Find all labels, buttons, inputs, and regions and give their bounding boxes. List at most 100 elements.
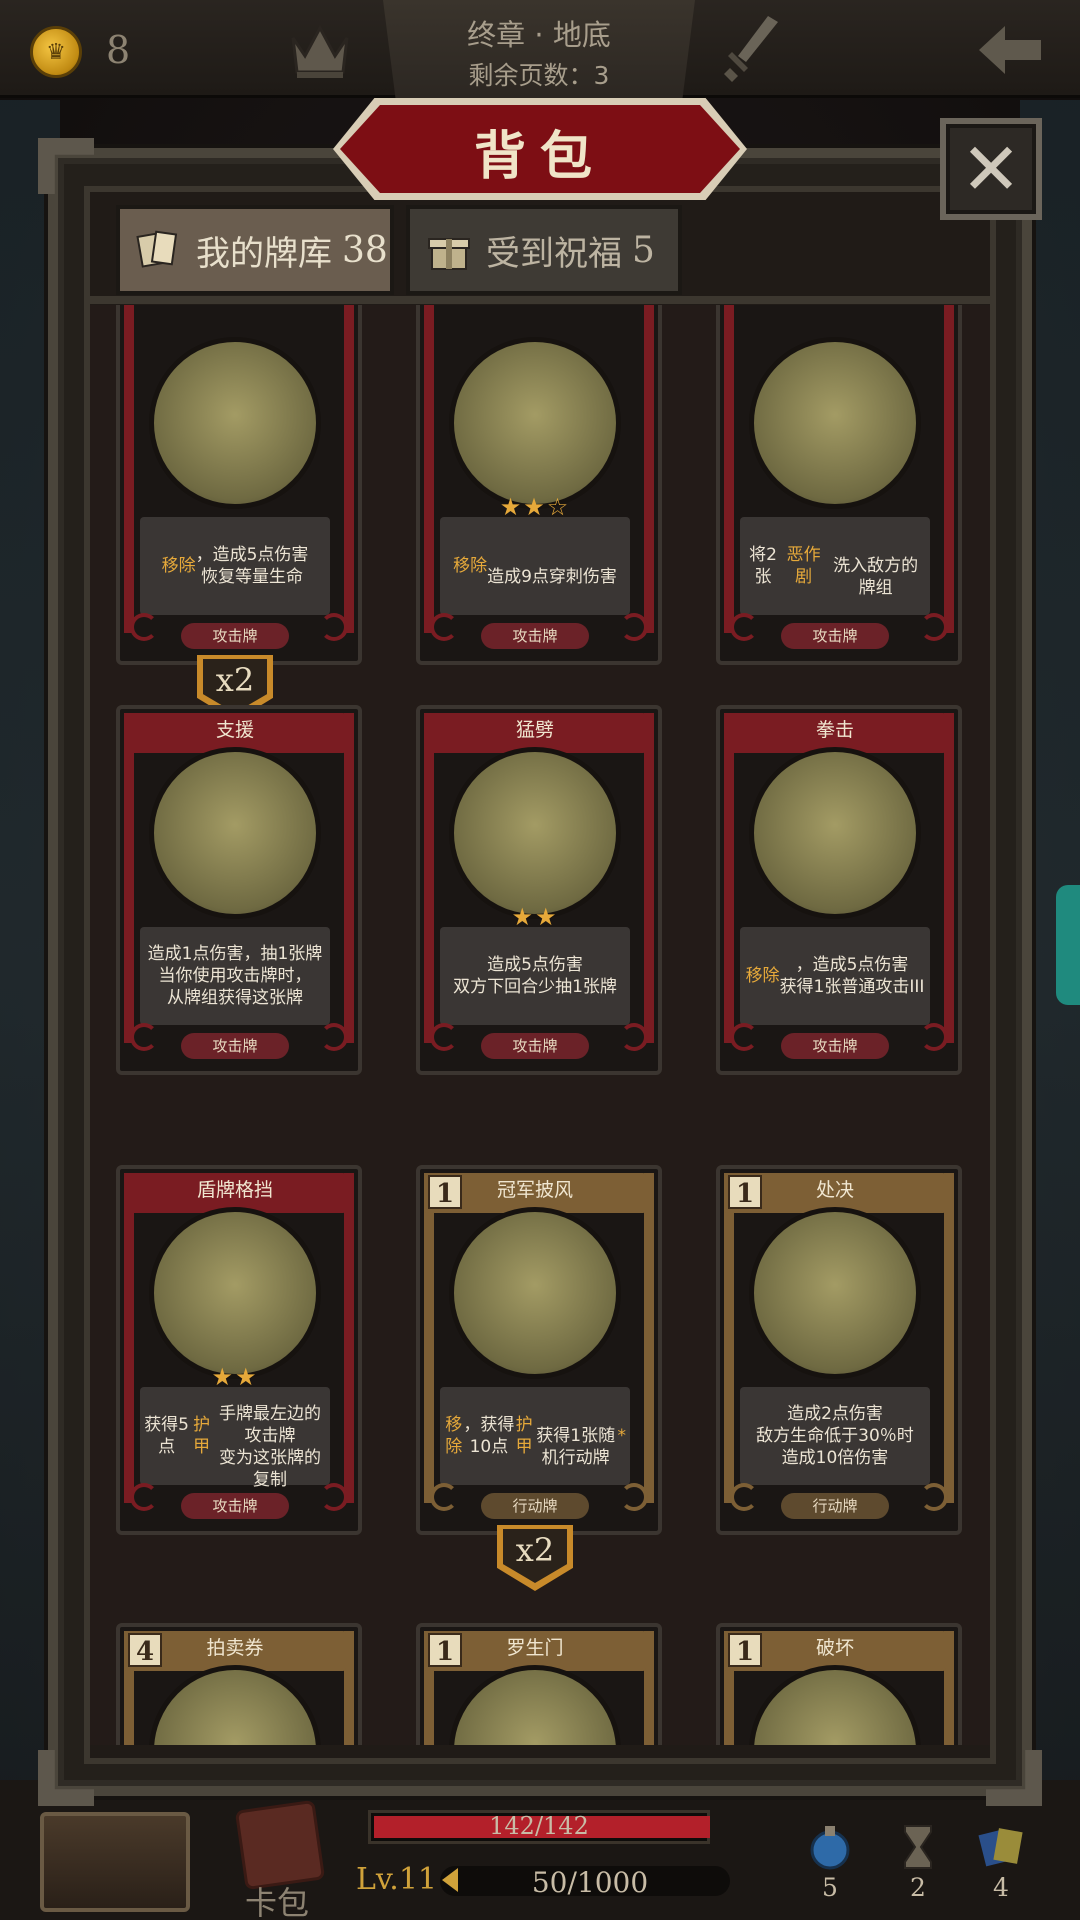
axe-warrior-icon (449, 747, 621, 919)
card[interactable]: 支援 造成1点伤害，抽1张牌 当你使用攻击牌时， 从牌组获得这张牌 攻击牌 (116, 705, 362, 1075)
potion-count: 5 (822, 1873, 838, 1902)
card-type: 攻击牌 (181, 1493, 289, 1519)
card[interactable]: 冠军披风 1 移除 ，获得10点 护甲 获得1张随机行动牌 * 行动牌 x2 (416, 1165, 662, 1591)
card[interactable]: 猛劈 ★★ 造成5点伤害 双方下回合少抽1张牌 攻击牌 (416, 705, 662, 1075)
card-description: 移除 ，获得10点 护甲 获得1张随机行动牌 * (440, 1387, 630, 1485)
card-border (724, 713, 734, 1043)
card-description: 造成2点伤害 敌方生命低于30％时 造成10倍伤害 (740, 1387, 930, 1485)
hourglass-count: 2 (910, 1873, 926, 1902)
card-ornament (620, 613, 648, 641)
chapter-title: 终章 · 地底 (467, 18, 611, 52)
card-border (644, 713, 654, 1043)
card-name: 盾牌格挡 (196, 1179, 273, 1201)
chest-icon[interactable] (40, 1812, 190, 1912)
copies-count: x2 (215, 661, 255, 699)
card-cost: 1 (728, 1175, 762, 1209)
coin-count: 8 (106, 28, 131, 72)
card-ornament (320, 1023, 348, 1051)
tab-blessings[interactable]: 受到祝福 5 (406, 205, 682, 295)
card-description: 获得5点 护甲 手牌最左边的攻击牌 变为这张牌的复制 (140, 1387, 330, 1490)
card-border (344, 713, 354, 1043)
card-ornament (920, 1483, 948, 1511)
potion-icon (810, 1826, 850, 1870)
card-border (944, 305, 954, 633)
card-ornament (620, 1023, 648, 1051)
card-border (424, 713, 434, 1043)
shield-knight-icon (149, 1207, 321, 1379)
close-icon: ✕ (960, 127, 1022, 211)
card[interactable]: 破坏 1 (716, 1623, 962, 1745)
card-cost: 4 (128, 1633, 162, 1667)
card[interactable]: 移除 ，造成5点伤害 恢复等量生命攻击牌 x2 (116, 305, 362, 721)
copies-count: x2 (515, 1531, 555, 1569)
card-border (724, 1173, 734, 1503)
tab-label: 我的牌库 (196, 233, 332, 274)
card-type: 行动牌 (781, 1493, 889, 1519)
card-type: 攻击牌 (481, 1033, 589, 1059)
card-border (724, 305, 734, 633)
card[interactable]: 拳击移除 ，造成5点伤害 获得1张普通攻击III 攻击牌 (716, 705, 962, 1075)
hourglass-icon (904, 1825, 932, 1869)
card-ornament (730, 613, 758, 641)
card[interactable]: 处决 1 造成2点伤害 敌方生命低于30％时 造成10倍伤害 行动牌 (716, 1165, 962, 1535)
cards-count: 4 (993, 1873, 1009, 1902)
card-type: 攻击牌 (781, 623, 889, 649)
card-ornament (730, 1483, 758, 1511)
card-border (944, 1173, 954, 1503)
card-grid[interactable]: 移除 ，造成5点伤害 恢复等量生命攻击牌 x2 ★★☆ 移除 造成9点穿刺伤害 攻击牌 将2张恶… (90, 305, 990, 1745)
side-tab[interactable] (1056, 885, 1080, 1005)
tab-divider (84, 296, 996, 304)
sword-icon[interactable] (722, 12, 782, 84)
coin-icon: ♛ (30, 26, 82, 78)
card-type: 攻击牌 (181, 623, 289, 649)
card-pack-icon[interactable] (234, 1799, 326, 1891)
card-border (944, 713, 954, 1043)
card[interactable]: 盾牌格挡 ★★ 获得5点 护甲 手牌最左边的攻击牌 变为这张牌的复制 攻击牌 (116, 1165, 362, 1535)
crown-icon[interactable] (285, 18, 355, 82)
card-type: 行动牌 (481, 1493, 589, 1519)
cleaver-icon (149, 337, 321, 509)
card-border (124, 1173, 134, 1503)
card-name: 支援 (215, 719, 254, 741)
card-type: 攻击牌 (781, 1033, 889, 1059)
close-button[interactable]: ✕ (940, 118, 1042, 220)
card[interactable]: 拍卖券 4 (116, 1623, 362, 1745)
tab-my-deck[interactable]: 我的牌库 38 (116, 205, 394, 295)
card-description: 移除 ，造成5点伤害 获得1张普通攻击III (740, 927, 930, 1025)
card-ornament (130, 613, 158, 641)
card-border (124, 305, 134, 633)
back-arrow-icon[interactable] (975, 20, 1045, 80)
hooded-figure-icon (149, 747, 321, 919)
card-ornament (130, 1483, 158, 1511)
card-description: 造成1点伤害，抽1张牌 当你使用攻击牌时， 从牌组获得这张牌 (140, 927, 330, 1025)
modal-title: 背包 (473, 127, 606, 187)
card-description: 移除 造成9点穿刺伤害 (440, 517, 630, 615)
card[interactable]: 将2张 恶作剧 洗入敌方的牌组 攻击牌 (716, 305, 962, 665)
xp-text: 50/1000 (531, 1866, 649, 1899)
card-border (344, 1173, 354, 1503)
card-border (644, 305, 654, 633)
card-pack-label: 卡包 (245, 1884, 310, 1920)
card-border (644, 1173, 654, 1503)
card-ornament (920, 1023, 948, 1051)
card-ornament (320, 1483, 348, 1511)
hp-text: 142/142 (489, 1812, 589, 1840)
cards-icon (136, 230, 178, 268)
tab-label: 受到祝福 (486, 233, 622, 274)
card[interactable]: ★★☆ 移除 造成9点穿刺伤害 攻击牌 (416, 305, 662, 665)
execution-icon (749, 1207, 921, 1379)
clown-icon (749, 337, 921, 509)
card-border (124, 713, 134, 1043)
cloak-icon (449, 1207, 621, 1379)
xp-arrow-icon (442, 1868, 458, 1892)
card-ornament (320, 613, 348, 641)
card-border (424, 305, 434, 633)
dagger-icon (449, 337, 621, 509)
card-description: 移除 ，造成5点伤害 恢复等量生命 (140, 517, 330, 615)
card-ornament (430, 613, 458, 641)
card-cost: 1 (428, 1175, 462, 1209)
card[interactable]: 罗生门 1 (416, 1623, 662, 1745)
card-ornament (730, 1023, 758, 1051)
copies-badge: x2 (497, 1525, 573, 1591)
card-name: 拳击 (815, 719, 854, 741)
